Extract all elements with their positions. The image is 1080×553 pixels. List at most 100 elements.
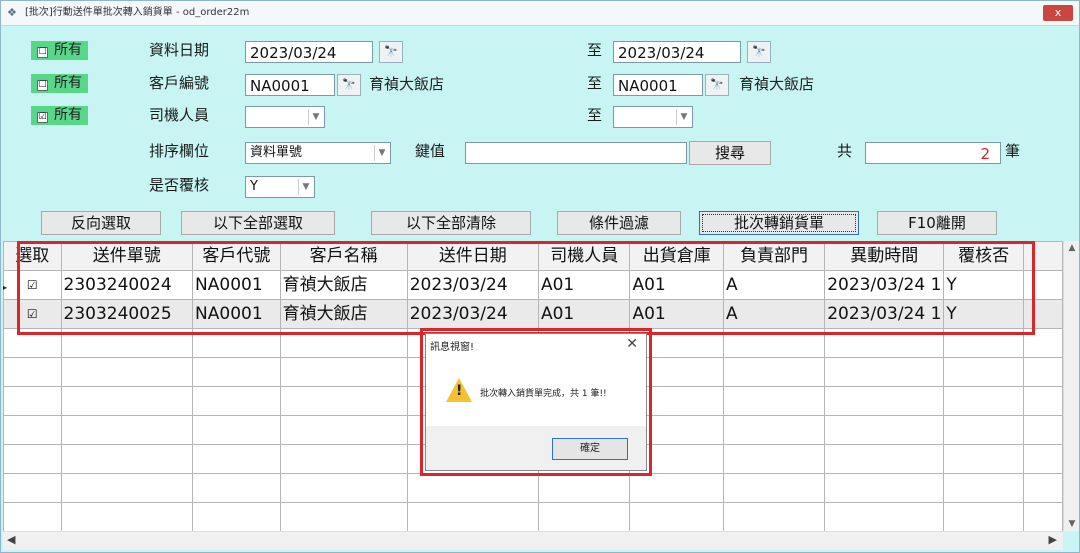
key-input[interactable]: [465, 142, 687, 164]
vertical-scrollbar[interactable]: ▲ ▼: [1063, 241, 1079, 531]
total-label: 共: [837, 142, 853, 160]
cell: 2023/03/24: [406, 270, 539, 300]
review-label: 是否覆核: [149, 176, 210, 194]
customer-to-name: 育禎大飯店: [739, 75, 815, 93]
chevron-down-icon: ▼: [298, 179, 313, 195]
key-label: 鍵值: [415, 142, 446, 160]
warning-icon: !: [446, 378, 472, 402]
window-close-button[interactable]: x: [1043, 5, 1073, 21]
cell: A: [722, 299, 826, 329]
customer-from-name: 育禎大飯店: [369, 75, 445, 93]
table-row[interactable]: ☑ 2303240024 NA0001 育禎大飯店 2023/03/24 A01…: [3, 270, 1063, 300]
checkbox-icon: ☑: [37, 112, 48, 123]
cell: 2023/03/24 1: [824, 270, 945, 300]
date-label: 資料日期: [149, 41, 210, 59]
review-value: Y: [250, 179, 258, 194]
sort-select[interactable]: 資料單號 ▼: [245, 142, 391, 164]
cell-empty: [1022, 270, 1063, 300]
binoculars-icon[interactable]: 🔭: [705, 74, 729, 96]
customer-to-label: 至: [587, 74, 603, 92]
table-header-row: 選取 送件單號 客戶代號 客戶名稱 送件日期 司機人員 出貨倉庫 負責部門 異動…: [3, 241, 1063, 271]
dialog-message: 批次轉入銷貨單完成，共 1 筆!!: [480, 389, 607, 399]
checkbox-icon: ☐: [37, 47, 48, 58]
total-count: 2: [865, 142, 1001, 164]
col-header[interactable]: 選取: [3, 241, 62, 271]
all-label: 所有: [54, 107, 82, 123]
exit-button[interactable]: F10離開: [877, 211, 997, 235]
cell: A01: [537, 270, 631, 300]
dialog-ok-button[interactable]: 確定: [552, 438, 628, 460]
filter-button[interactable]: 條件過濾: [557, 211, 681, 235]
cell: 2023/03/24 1: [824, 299, 945, 329]
sort-label: 排序欄位: [149, 142, 210, 160]
cell: A01: [537, 299, 631, 329]
main-window: ❖ [批次]行動送件單批次轉入銷貨單 - od_order22m x ☐ 所有 資…: [0, 0, 1080, 553]
scroll-left-icon[interactable]: ◀: [7, 533, 15, 546]
col-header[interactable]: 客戶代號: [192, 241, 281, 271]
customer-label: 客戶編號: [149, 74, 210, 92]
select-all-button[interactable]: 以下全部選取: [181, 211, 335, 235]
cell: Y: [943, 299, 1024, 329]
col-header[interactable]: 異動時間: [824, 241, 945, 271]
cell: 育禎大飯店: [279, 299, 408, 329]
chevron-down-icon: ▼: [374, 145, 389, 161]
chevron-down-icon: ▼: [676, 109, 691, 125]
sort-value: 資料單號: [250, 145, 303, 160]
date-to-field[interactable]: 2023/03/24: [613, 41, 741, 63]
binoculars-icon[interactable]: 🔭: [747, 41, 771, 63]
batch-convert-button[interactable]: 批次轉銷貨單: [699, 211, 859, 235]
clear-all-button[interactable]: 以下全部清除: [371, 211, 531, 235]
scroll-right-icon[interactable]: ▶: [1049, 533, 1057, 546]
driver-to-select[interactable]: ▼: [613, 106, 693, 128]
review-select[interactable]: Y ▼: [245, 176, 315, 198]
col-header[interactable]: 送件日期: [406, 241, 539, 271]
select-checkbox[interactable]: ☑: [3, 299, 62, 329]
current-row-marker: ▸: [3, 283, 8, 292]
date-from-field[interactable]: 2023/03/24: [245, 41, 373, 63]
scroll-down-icon[interactable]: ▼: [1064, 519, 1079, 529]
all-checkbox-date[interactable]: ☐ 所有: [31, 41, 88, 60]
cell: A01: [629, 299, 724, 329]
unit-label: 筆: [1005, 142, 1021, 160]
all-label: 所有: [54, 42, 82, 58]
app-icon: ❖: [7, 6, 17, 19]
cell: 2303240025: [60, 299, 194, 329]
customer-to-field[interactable]: NA0001: [613, 74, 703, 96]
cell-empty: [1022, 299, 1063, 329]
cell: NA0001: [192, 270, 281, 300]
col-header[interactable]: 司機人員: [537, 241, 631, 271]
col-header[interactable]: 負責部門: [722, 241, 826, 271]
search-button[interactable]: 搜尋: [689, 141, 771, 165]
reverse-select-button[interactable]: 反向選取: [41, 211, 161, 235]
all-checkbox-customer[interactable]: ☐ 所有: [31, 74, 88, 93]
binoculars-icon[interactable]: 🔭: [337, 74, 361, 96]
empty-row: [3, 502, 1063, 531]
col-header[interactable]: 送件單號: [60, 241, 194, 271]
cell: A01: [629, 270, 724, 300]
all-checkbox-driver[interactable]: ☑ 所有: [31, 106, 88, 125]
table-row[interactable]: ☑ 2303240025 NA0001 育禎大飯店 2023/03/24 A01…: [3, 299, 1063, 329]
binoculars-icon[interactable]: 🔭: [379, 41, 403, 63]
cell: 育禎大飯店: [279, 270, 408, 300]
cell: NA0001: [192, 299, 281, 329]
empty-row: [3, 473, 1063, 503]
driver-label: 司機人員: [149, 106, 210, 124]
all-label: 所有: [54, 75, 82, 91]
message-dialog: 訊息視窗! ✕ ! 批次轉入銷貨單完成，共 1 筆!! 確定: [425, 333, 647, 471]
col-header[interactable]: 出貨倉庫: [629, 241, 724, 271]
driver-from-select[interactable]: ▼: [245, 106, 325, 128]
window-title: [批次]行動送件單批次轉入銷貨單 - od_order22m: [25, 7, 250, 18]
col-header[interactable]: 覆核否: [943, 241, 1024, 271]
driver-to-label: 至: [587, 106, 603, 124]
col-header[interactable]: 客戶名稱: [279, 241, 408, 271]
cell: A: [722, 270, 826, 300]
dialog-close-icon[interactable]: ✕: [626, 336, 638, 352]
checkbox-icon: ☐: [37, 80, 48, 91]
horizontal-scrollbar[interactable]: ◀ ▶: [3, 531, 1063, 550]
customer-from-field[interactable]: NA0001: [245, 74, 335, 96]
select-checkbox[interactable]: ☑: [3, 270, 62, 300]
scroll-up-icon[interactable]: ▲: [1064, 243, 1079, 253]
col-header-empty: [1022, 241, 1063, 271]
cell: 2023/03/24: [406, 299, 539, 329]
dialog-title: 訊息視窗!: [430, 342, 475, 353]
